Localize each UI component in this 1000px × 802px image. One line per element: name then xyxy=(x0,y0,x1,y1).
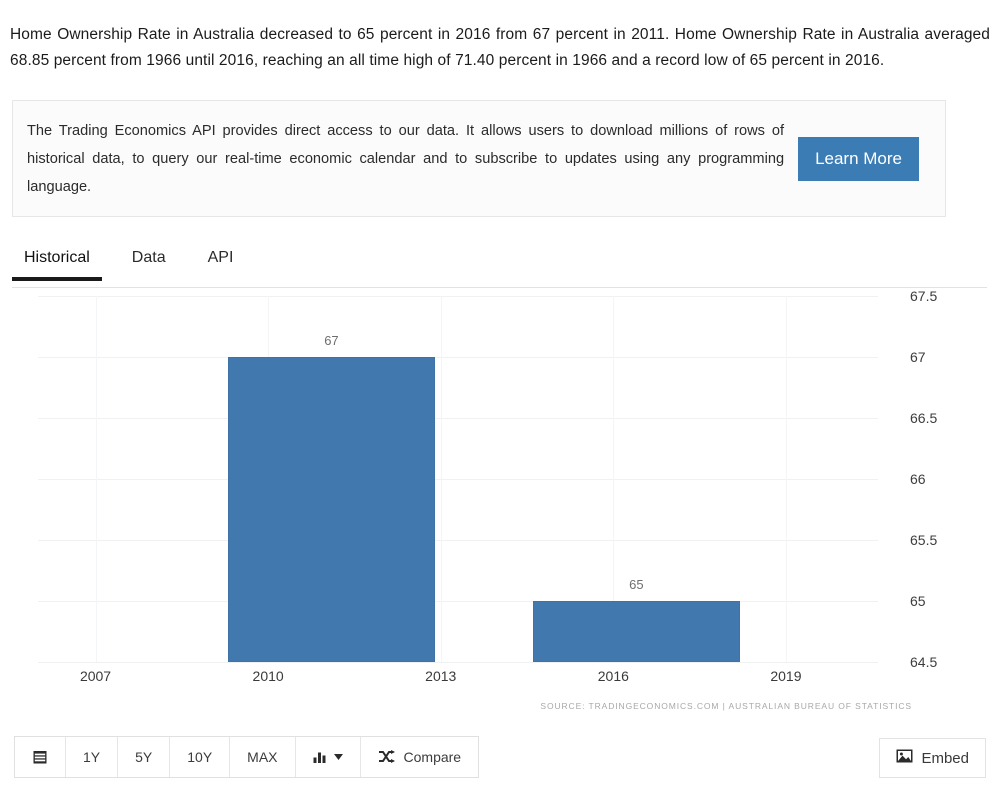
bar-chart-icon xyxy=(313,750,328,764)
range-button-10y[interactable]: 10Y xyxy=(170,737,231,777)
y-gridline xyxy=(38,418,878,419)
y-axis-tick-label: 67 xyxy=(910,349,926,365)
y-gridline xyxy=(38,296,878,297)
chart-bar[interactable] xyxy=(227,357,435,662)
chart-type-dropdown[interactable] xyxy=(295,737,361,777)
bar-value-label: 65 xyxy=(629,577,644,592)
y-gridline xyxy=(38,540,878,541)
intro-paragraph: Home Ownership Rate in Australia decreas… xyxy=(10,25,990,69)
learn-more-button[interactable]: Learn More xyxy=(798,136,919,181)
chart-source-attribution: SOURCE: TRADINGECONOMICS.COM | AUSTRALIA… xyxy=(540,701,912,711)
y-axis-tick-label: 66.5 xyxy=(910,410,938,426)
y-axis-tick-label: 65.5 xyxy=(910,532,938,548)
y-gridline xyxy=(38,479,878,480)
range-button-5y[interactable]: 5Y xyxy=(118,737,171,777)
y-axis-tick-label: 66 xyxy=(910,471,926,487)
tab-historical[interactable]: Historical xyxy=(12,243,102,281)
image-icon xyxy=(896,749,913,767)
chart-bar[interactable] xyxy=(532,601,740,662)
chart-container: 67.5 67 66.5 66 65.5 65 64.5 2007 2010 2013 2016 20… xyxy=(12,288,987,726)
y-axis-tick-label: 65 xyxy=(910,593,926,609)
x-gridline xyxy=(95,296,97,662)
chart-toolbar: 1Y 5Y 10Y MAX Compare xyxy=(14,736,480,778)
bar-chart-plot: 67.5 67 66.5 66 65.5 65 64.5 2007 2010 2013 2016 20… xyxy=(38,288,937,684)
x-gridline xyxy=(440,296,442,662)
x-axis-tick-label: 2019 xyxy=(770,668,802,684)
y-gridline xyxy=(38,357,878,358)
x-gridline xyxy=(785,296,787,662)
embed-button[interactable]: Embed xyxy=(879,738,986,778)
x-axis-tick-label: 2007 xyxy=(79,668,112,684)
tab-api[interactable]: API xyxy=(196,243,246,280)
y-axis-tick-label: 67.5 xyxy=(910,288,938,304)
trading-economics-chart-page: Home Ownership Rate in Australia decreas… xyxy=(0,0,1000,802)
x-axis-tick-label: 2016 xyxy=(597,668,629,684)
caret-down-icon xyxy=(333,754,343,760)
api-promo-text: The Trading Economics API provides direc… xyxy=(27,122,785,195)
y-gridline xyxy=(38,662,878,663)
y-axis-tick-label: 64.5 xyxy=(910,654,938,670)
x-axis-tick-label: 2010 xyxy=(252,668,284,684)
calendar-button[interactable] xyxy=(15,737,66,777)
x-axis-tick-label: 2013 xyxy=(425,668,457,684)
y-gridline xyxy=(38,601,878,602)
tab-data[interactable]: Data xyxy=(120,243,178,280)
api-promo-banner: The Trading Economics API provides direc… xyxy=(12,100,946,217)
shuffle-icon xyxy=(378,750,395,764)
tab-bar: Historical Data API xyxy=(12,243,987,288)
compare-label: Compare xyxy=(403,749,462,765)
range-button-1y[interactable]: 1Y xyxy=(66,737,119,777)
bar-value-label: 67 xyxy=(324,333,339,348)
calendar-icon xyxy=(32,749,48,765)
compare-button[interactable]: Compare xyxy=(360,737,479,777)
embed-label: Embed xyxy=(921,749,969,767)
range-button-max[interactable]: MAX xyxy=(230,737,296,777)
